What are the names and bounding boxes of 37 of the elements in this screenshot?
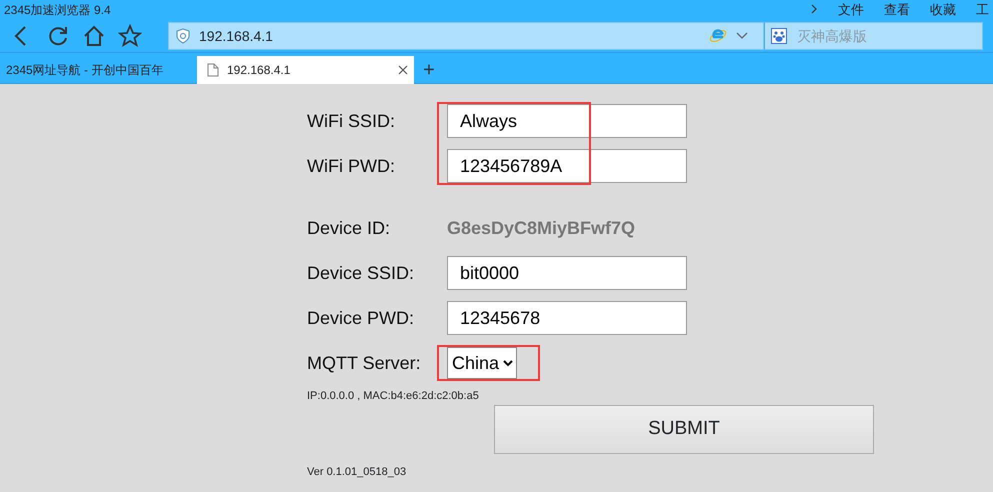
browser-tab[interactable]: 2345网址导航 - 开创中国百年 [0,56,197,84]
field-label: WiFi PWD: [307,154,396,178]
field-label: Device ID: [307,216,392,240]
chevron-right-icon[interactable] [810,3,818,16]
page-icon [207,63,219,77]
input-field[interactable]: Always [447,104,687,138]
input-field[interactable]: bit0000 [447,256,687,290]
refresh-icon[interactable] [46,24,70,48]
device-id: G8esDyC8MiyBFwf7Q [447,216,636,240]
submit-button[interactable]: SUBMIT [494,404,874,454]
input-field[interactable]: 12345678 [447,301,687,335]
address-bar[interactable]: 192.168.4.1 [168,22,764,50]
network-info: IP:0.0.0.0 , MAC:b4:e6:2d:c2:0b:a5 [307,389,480,404]
menu-item[interactable]: 工 [976,0,989,20]
field-label: Device PWD: [307,306,416,330]
search-field[interactable]: 灭神高爆版 [764,22,983,50]
field-label: Device SSID: [307,262,416,284]
menu-item[interactable]: 文件 [838,0,864,20]
window-title: 2345加速浏览器 9.4 [4,2,111,19]
close-icon[interactable] [398,65,408,75]
new-tab-button[interactable]: + [414,56,444,83]
version-text: Ver 0.1.01_0518_03 [307,464,408,480]
tab-label[interactable]: 2345网址导航 - 开创中国百年 [6,61,164,79]
star-icon[interactable] [118,24,142,48]
field-label: WiFi SSID: [307,110,396,132]
address-text[interactable]: 192.168.4.1 [199,26,273,46]
tab-label[interactable]: 192.168.4.1 [227,61,290,79]
chevron-down-icon[interactable] [735,31,749,41]
shield-icon [175,28,191,44]
paw-icon [771,28,787,44]
server-select[interactable]: China [447,347,517,379]
field-label: MQTT Server: [307,352,422,374]
browser-tab[interactable]: 192.168.4.1 [197,56,414,84]
home-icon[interactable] [82,24,106,48]
input-field[interactable]: 123456789A [447,149,687,183]
menu-item[interactable]: 收藏 [930,0,956,20]
menu-item[interactable]: 查看 [884,0,910,20]
